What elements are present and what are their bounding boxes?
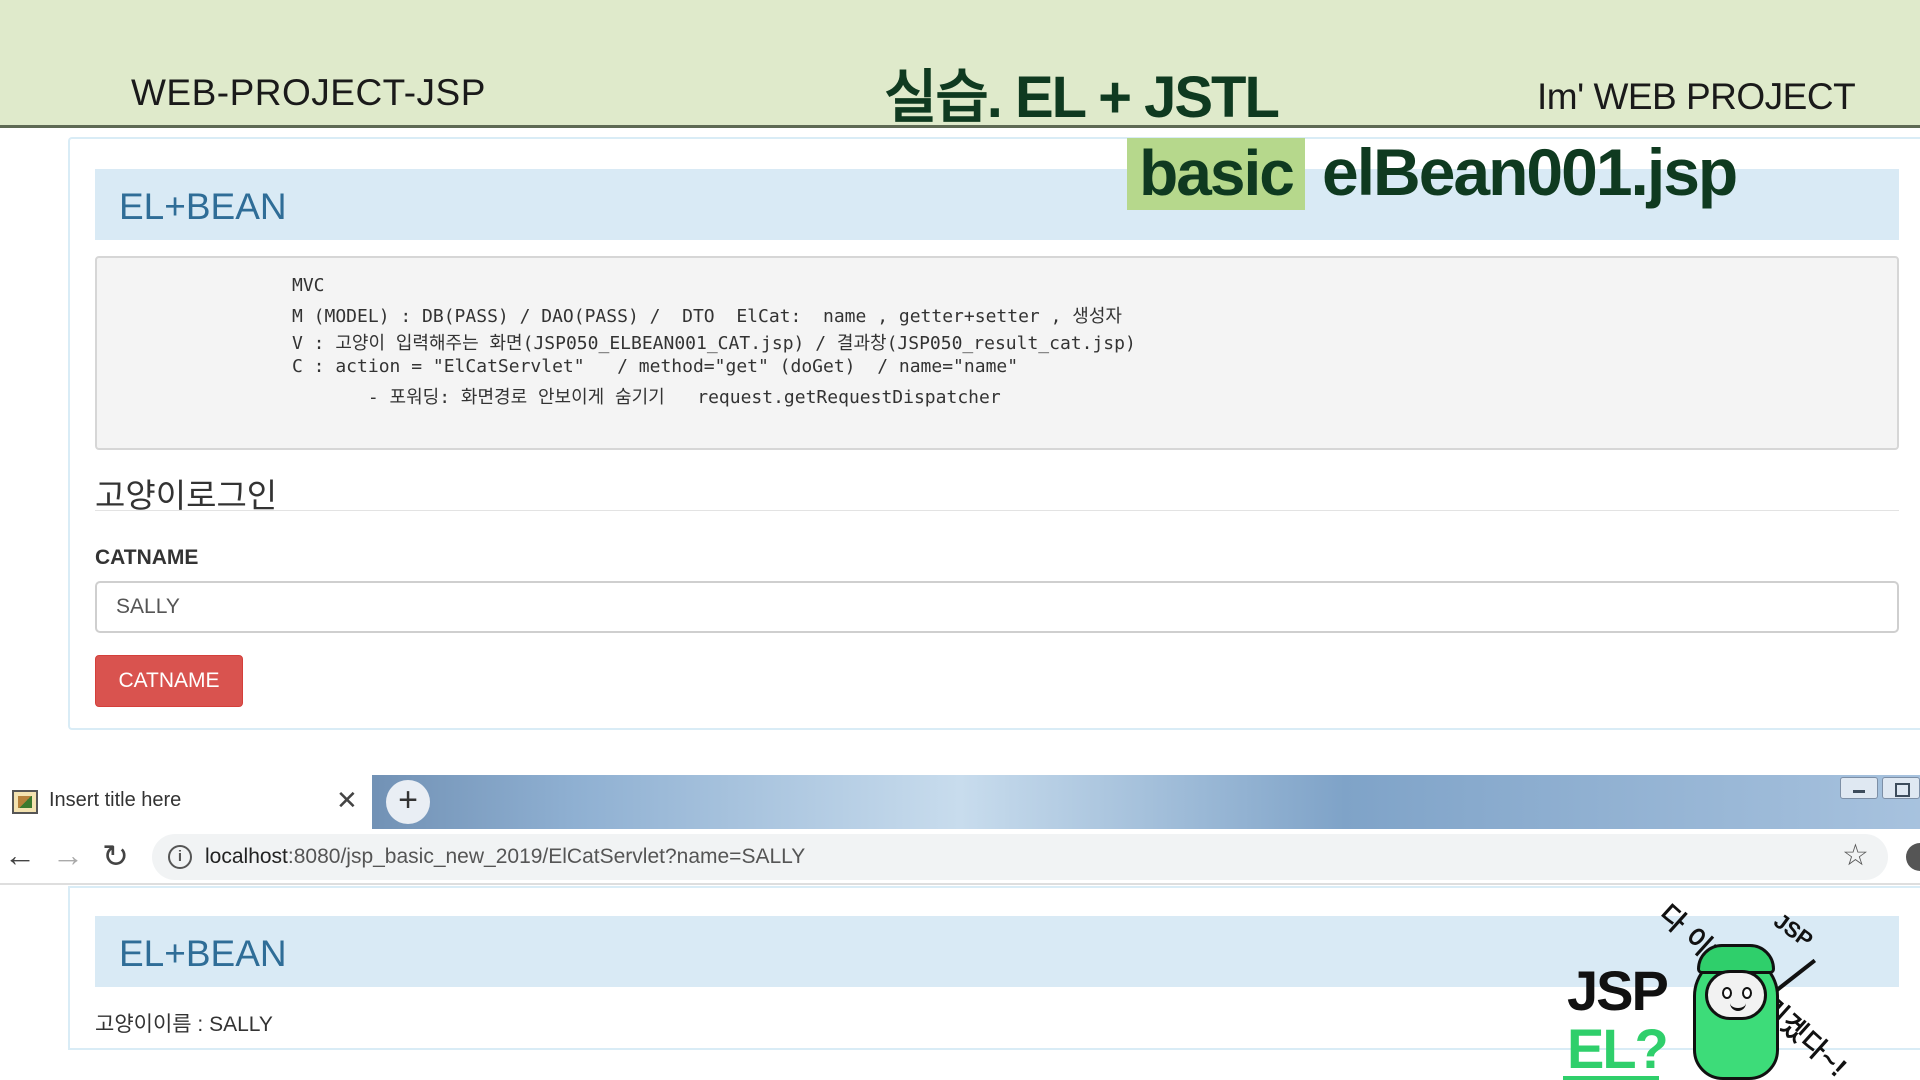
catname-input[interactable] [95, 581, 1899, 633]
code-block: MVC M (MODEL) : DB(PASS) / DAO(PASS) / D… [95, 256, 1899, 450]
reload-icon[interactable]: ↻ [102, 837, 129, 875]
browser-tab[interactable]: Insert title here ✕ [0, 775, 372, 829]
maximize-button[interactable] [1882, 777, 1920, 799]
browser-tab-bar: Insert title here ✕ + [0, 775, 1920, 829]
code-line: M (MODEL) : DB(PASS) / DAO(PASS) / DTO E… [292, 306, 1122, 327]
cat-name-result: 고양이이름 : SALLY [95, 1013, 273, 1036]
code-line: V : 고양이 입력해주는 화면(JSP050_ELBEAN001_CAT.js… [292, 333, 1136, 354]
file-name-title: elBean001.jsp [1322, 135, 1738, 209]
mascot-caption-tag: JSP [1769, 908, 1818, 953]
form-legend-text: 고양이로그인 [95, 477, 278, 514]
mascot-jsp-label: JSP [1567, 959, 1669, 1022]
minimize-button[interactable] [1840, 777, 1878, 799]
mascot-underline [1563, 1076, 1659, 1080]
forward-arrow-icon[interactable]: → [52, 837, 84, 874]
close-icon[interactable]: ✕ [336, 785, 358, 816]
slide-header: WEB-PROJECT-JSP 실습. EL + JSTL Im' WEB PR… [0, 0, 1920, 130]
url-path: :8080/jsp_basic_new_2019/ElCatServlet?na… [287, 845, 806, 868]
mascot-eye-icon [1742, 987, 1752, 999]
mascot-sticker: 다 이해해버리겠다~! JSP JSP EL? [1555, 858, 1920, 1080]
mascot-mouth [1730, 1003, 1746, 1011]
form-legend: 고양이로그인 [95, 469, 1899, 514]
catname-submit-button[interactable]: CATNAME [95, 655, 243, 707]
mascot-arm [1775, 958, 1817, 992]
back-arrow-icon[interactable]: ← [4, 837, 36, 874]
code-line: MVC [292, 275, 325, 296]
lesson-title: 실습. EL + JSTL [884, 65, 1280, 130]
url-host: localhost [205, 845, 288, 868]
panel-title: EL+BEAN [119, 933, 287, 974]
mascot-face [1705, 970, 1767, 1020]
info-icon[interactable]: i [168, 845, 192, 869]
code-line: C : action = "ElCatServlet" / method="ge… [292, 356, 1019, 377]
mascot-eye-icon [1722, 987, 1732, 999]
code-line: - 포워딩: 화면경로 안보이게 숨기기 request.getRequestD… [292, 387, 1001, 408]
login-panel: EL+BEAN MVC M (MODEL) : DB(PASS) / DAO(P… [68, 137, 1920, 730]
url-text[interactable]: localhost:8080/jsp_basic_new_2019/ElCatS… [205, 845, 805, 869]
favicon-icon [12, 790, 38, 814]
course-title: WEB-PROJECT-JSP [131, 72, 486, 113]
mascot-el-label: EL? [1567, 1017, 1669, 1080]
brand-title: Im' WEB PROJECT [1537, 76, 1856, 117]
window-controls [1840, 775, 1920, 801]
panel-title: EL+BEAN [119, 186, 287, 227]
basic-tag: basic [1127, 138, 1305, 210]
new-tab-button[interactable]: + [386, 780, 430, 824]
catname-label: CATNAME [95, 546, 199, 569]
tab-title: Insert title here [49, 789, 182, 811]
